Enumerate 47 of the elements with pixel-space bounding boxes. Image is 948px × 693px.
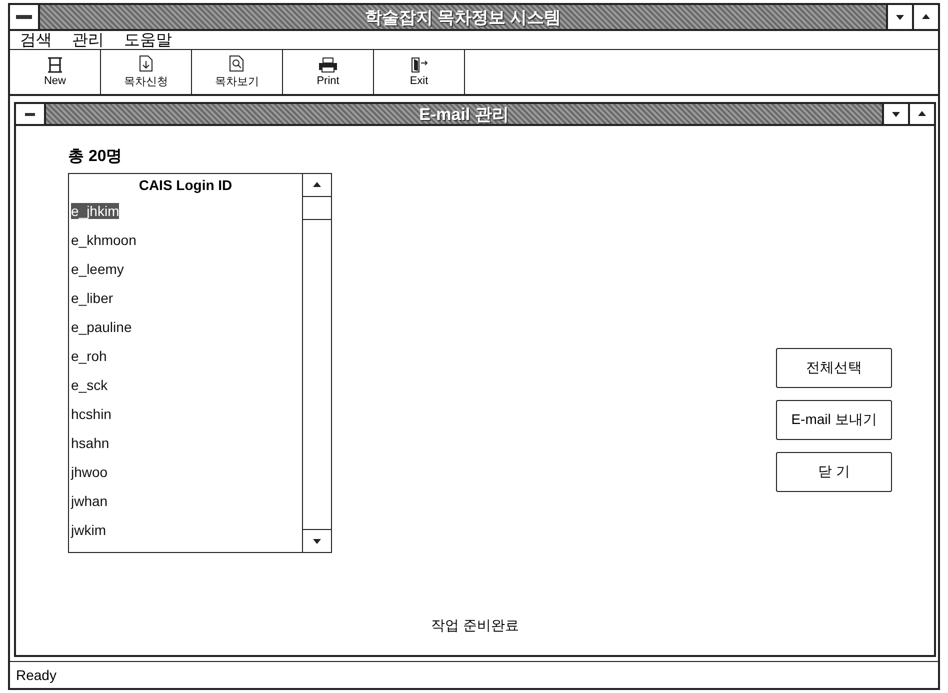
list-header: CAIS Login ID	[138, 176, 234, 195]
action-button[interactable]: 전체선택	[776, 348, 892, 388]
list-item[interactable]: hsahn	[71, 434, 110, 450]
list-item[interactable]: jwhan	[71, 492, 108, 508]
system-menu-button[interactable]	[10, 5, 40, 29]
frame-icon	[46, 57, 64, 73]
list-item[interactable]: e_roh	[71, 348, 107, 364]
printer-icon	[318, 57, 338, 73]
minimize-icon[interactable]	[891, 109, 901, 119]
maximize-icon[interactable]	[921, 12, 931, 22]
minimize-button[interactable]	[882, 104, 908, 124]
list-item[interactable]: hcshin	[71, 406, 112, 422]
window-title: 학술잡지 목차정보 시스템	[364, 6, 562, 28]
toolbar-button[interactable]: New	[10, 50, 101, 94]
status-message: 작업 준비완료	[430, 617, 520, 635]
minimize-icon[interactable]	[895, 12, 905, 22]
toolbar-button[interactable]: 목차보기	[192, 50, 283, 94]
list-item[interactable]: e_liber	[71, 290, 114, 306]
list-item[interactable]: e_khmoon	[71, 232, 136, 248]
window-title: E-mail 관리	[418, 104, 510, 124]
action-button[interactable]: E-mail 보내기	[776, 400, 892, 440]
document-download-icon	[139, 55, 153, 72]
action-button[interactable]: 닫 기	[776, 452, 892, 492]
menu-item[interactable]: 검색	[20, 30, 52, 50]
system-menu-button[interactable]	[16, 104, 46, 124]
maximize-button[interactable]	[912, 5, 938, 29]
scroll-up-icon[interactable]	[312, 180, 322, 190]
document-search-icon	[229, 55, 245, 72]
toolbar-button[interactable]: 목차신청	[101, 50, 192, 94]
status-bar: Ready	[10, 661, 938, 688]
list-item[interactable]: jwkim	[71, 522, 106, 538]
list-item[interactable]: jhwoo	[71, 464, 108, 480]
scrollbar[interactable]	[302, 174, 331, 552]
scroll-down-icon[interactable]	[312, 536, 322, 546]
maximize-icon[interactable]	[917, 109, 927, 119]
total-count: 총 20명	[68, 147, 124, 167]
toolbar-button[interactable]: Print	[283, 50, 374, 94]
door-icon	[410, 57, 428, 73]
list-item[interactable]: e_leemy	[71, 260, 124, 276]
menu-item[interactable]: 관리	[72, 30, 104, 50]
maximize-button[interactable]	[908, 104, 934, 124]
list-item[interactable]: e_pauline	[71, 318, 132, 334]
list-item[interactable]: e_jhkim	[71, 202, 120, 218]
toolbar-button[interactable]: Exit	[374, 50, 465, 94]
minimize-button[interactable]	[886, 5, 912, 29]
menu-item[interactable]: 도움말	[124, 30, 172, 50]
list-item[interactable]: e_sck	[71, 376, 108, 392]
